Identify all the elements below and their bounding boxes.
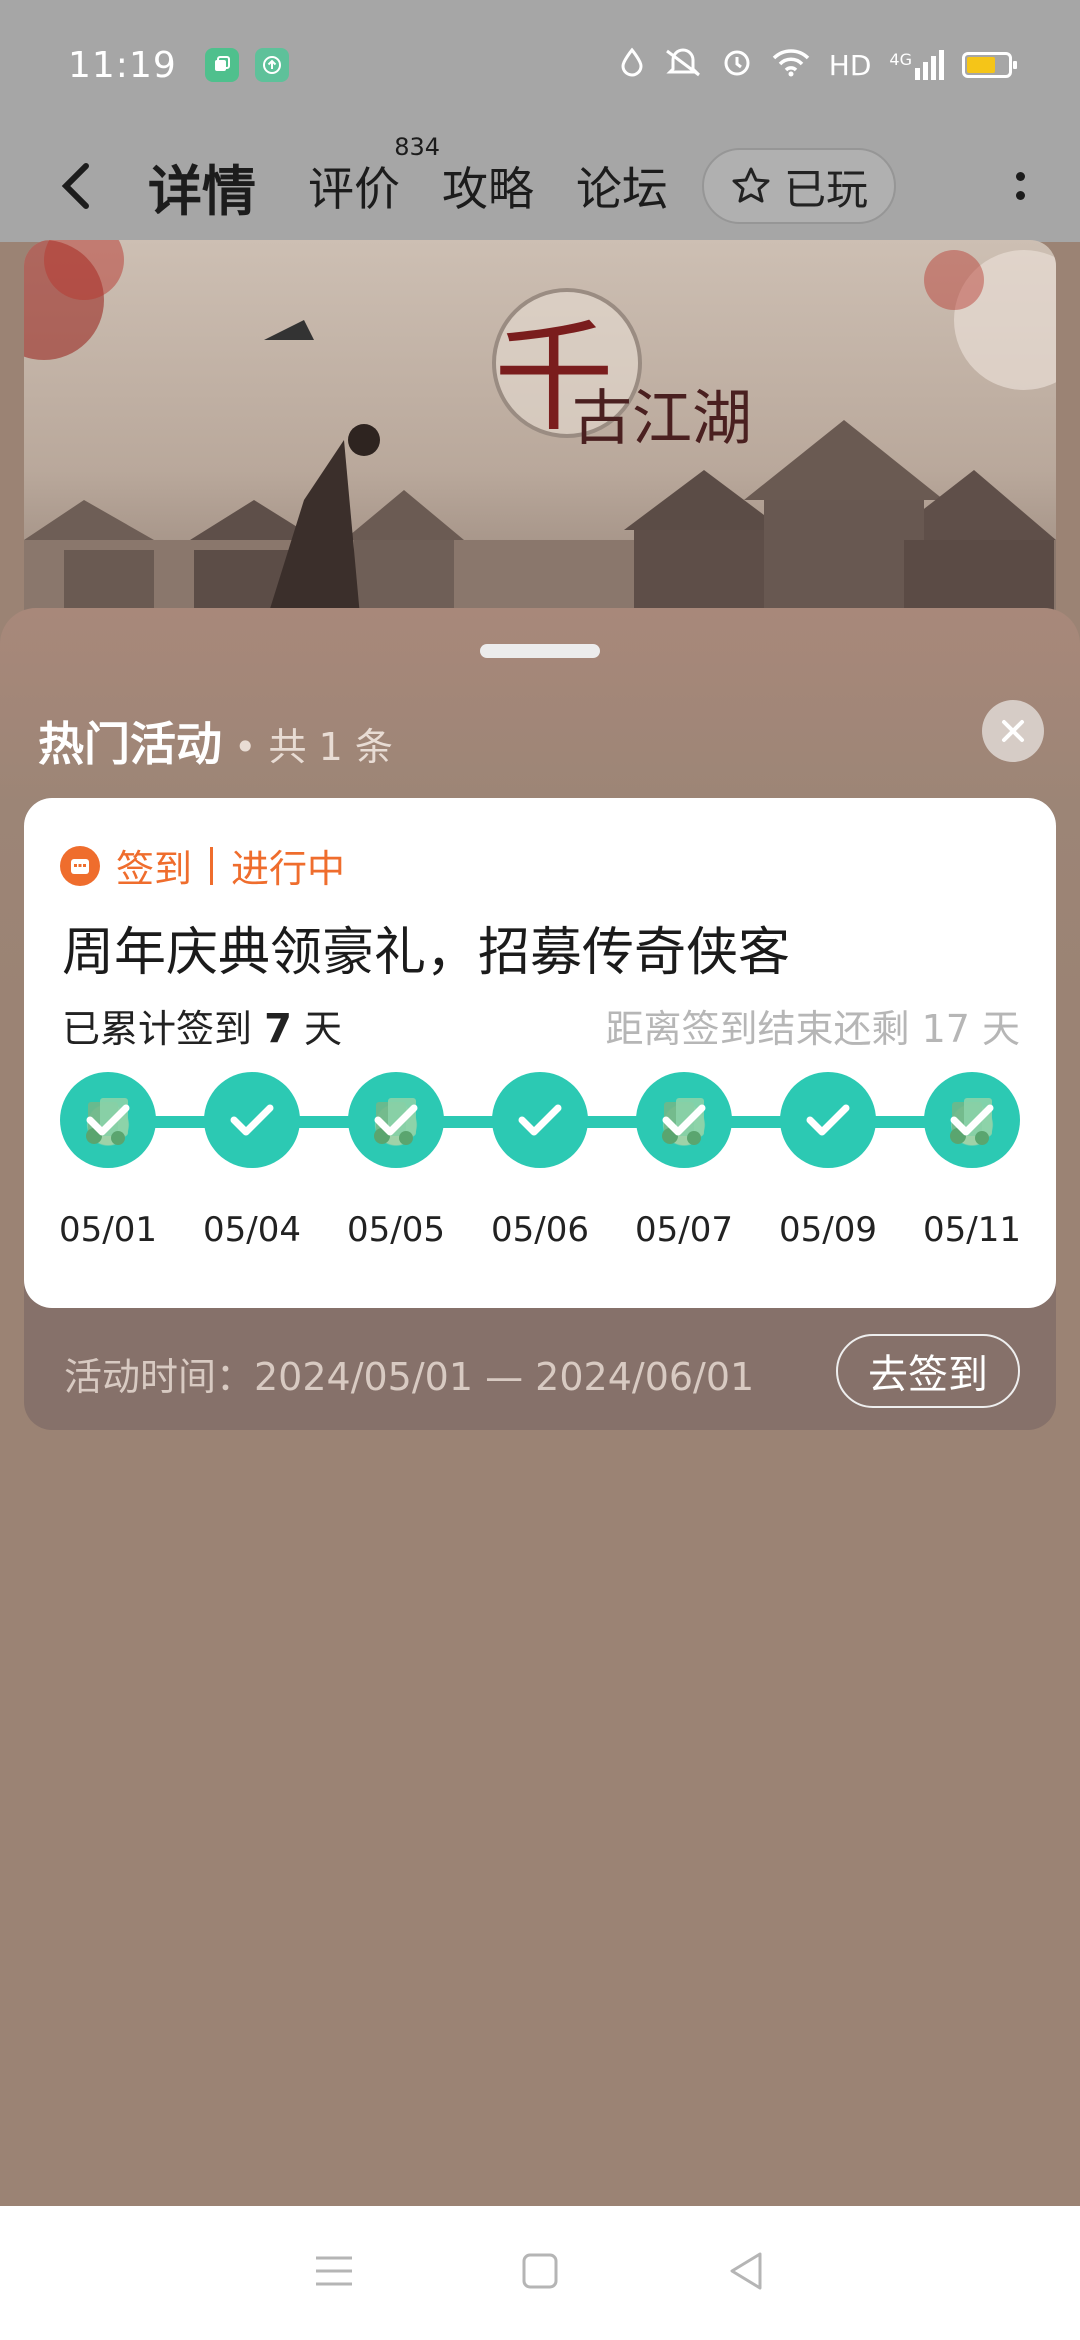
game-banner-image[interactable]: 千 古江湖 bbox=[24, 240, 1056, 660]
sign-in-progress-track bbox=[60, 1072, 1020, 1172]
remaining-days-text: 距离签到结束还剩 17 天 bbox=[605, 1007, 1020, 1051]
activity-status: 进行中 bbox=[231, 847, 346, 891]
sign-in-date-label: 05/07 bbox=[635, 1210, 733, 1250]
tab-details-label: 详情 bbox=[148, 159, 256, 223]
hd-label: HD bbox=[828, 48, 872, 82]
wifi-icon bbox=[771, 47, 811, 84]
sheet-drag-handle[interactable] bbox=[480, 644, 600, 658]
sign-in-date-label: 05/09 bbox=[779, 1210, 877, 1250]
sign-in-date-label: 05/11 bbox=[923, 1210, 1021, 1250]
signal-icon: 4G bbox=[889, 50, 944, 80]
activity-type-tag: 签到 bbox=[116, 847, 193, 891]
calendar-icon bbox=[60, 845, 100, 886]
sign-in-day-6 bbox=[780, 1072, 876, 1168]
check-icon bbox=[518, 1104, 562, 1136]
battery-icon bbox=[962, 52, 1017, 78]
status-time: 11:19 bbox=[68, 44, 177, 86]
tag-divider bbox=[210, 846, 214, 885]
sign-in-day-2 bbox=[204, 1072, 300, 1168]
top-nav: 详情 评价 834 攻略 论坛 已玩 bbox=[0, 130, 1080, 242]
sign-in-day-7 bbox=[924, 1072, 1020, 1168]
check-icon bbox=[230, 1104, 274, 1136]
sign-in-day-5 bbox=[636, 1072, 732, 1168]
game-logo-sub: 古江湖 bbox=[572, 384, 752, 454]
tab-guides[interactable]: 攻略 bbox=[442, 153, 534, 219]
back-button[interactable] bbox=[40, 150, 112, 222]
more-dot-icon bbox=[1015, 172, 1025, 181]
sign-in-dates: 05/01 05/04 05/05 05/06 05/07 05/09 05/11 bbox=[59, 1210, 1021, 1254]
reviews-count-badge: 834 bbox=[394, 133, 440, 161]
back-nav-button[interactable] bbox=[726, 2250, 766, 2296]
activity-card-body[interactable]: 签到 进行中 周年庆典领豪礼，招募传奇侠客 已累计签到 7 天 距离签到结束还剩… bbox=[24, 798, 1056, 1308]
sheet-title: 热门活动 bbox=[38, 717, 222, 771]
activity-card: 签到 进行中 周年庆典领豪礼，招募传奇侠客 已累计签到 7 天 距离签到结束还剩… bbox=[24, 798, 1056, 1430]
check-icon bbox=[374, 1104, 418, 1136]
tab-details[interactable]: 详情 bbox=[142, 147, 262, 230]
tab-reviews[interactable]: 评价 834 bbox=[308, 133, 440, 219]
home-icon bbox=[522, 2253, 558, 2289]
activity-period: 活动时间：2024/05/01 — 2024/06/01 bbox=[64, 1355, 755, 1399]
check-icon bbox=[86, 1104, 130, 1136]
check-icon bbox=[950, 1104, 994, 1136]
check-icon bbox=[806, 1104, 850, 1136]
home-button[interactable] bbox=[521, 2252, 559, 2294]
signal-label: 4G bbox=[889, 50, 912, 69]
status-bar: 11:19 HD 4G bbox=[0, 0, 1080, 130]
tab-forum-label: 论坛 bbox=[576, 162, 668, 216]
menu-icon bbox=[315, 2256, 352, 2286]
sign-in-date-label: 05/01 bbox=[59, 1210, 157, 1250]
sign-in-day-3 bbox=[348, 1072, 444, 1168]
drop-icon bbox=[619, 47, 645, 84]
more-options-button[interactable] bbox=[1000, 172, 1040, 200]
chevron-left-icon bbox=[61, 163, 89, 209]
back-triangle-icon bbox=[730, 2252, 762, 2290]
signed-days-text: 已累计签到 7 天 bbox=[62, 998, 342, 1053]
tab-guides-label: 攻略 bbox=[442, 162, 534, 216]
played-button[interactable]: 已玩 bbox=[702, 148, 897, 224]
upload-notification-icon bbox=[254, 48, 289, 82]
signed-prefix: 已累计签到 bbox=[62, 1007, 253, 1051]
close-icon bbox=[1002, 720, 1024, 742]
close-button[interactable] bbox=[982, 700, 1044, 762]
app-notification-icon bbox=[204, 48, 239, 82]
check-icon bbox=[662, 1104, 706, 1136]
signed-suffix: 天 bbox=[304, 1007, 343, 1051]
activity-tag-row: 签到 进行中 bbox=[60, 838, 345, 893]
signed-days-value: 7 bbox=[264, 1006, 292, 1052]
go-sign-in-button[interactable]: 去签到 bbox=[836, 1334, 1020, 1408]
star-badge-icon bbox=[732, 167, 770, 203]
more-dot-icon bbox=[1015, 191, 1025, 200]
tab-reviews-label: 评价 bbox=[308, 162, 400, 216]
played-label: 已玩 bbox=[784, 164, 869, 214]
sign-in-date-label: 05/05 bbox=[347, 1210, 445, 1250]
sign-in-day-1 bbox=[60, 1072, 156, 1168]
alarm-icon bbox=[721, 46, 753, 85]
sheet-count: • 共 1 条 bbox=[234, 725, 393, 769]
system-nav-bar bbox=[0, 2206, 1080, 2340]
sign-in-date-label: 05/06 bbox=[491, 1210, 589, 1250]
mute-icon bbox=[663, 47, 703, 84]
menu-button[interactable] bbox=[314, 2254, 354, 2292]
sign-in-day-4 bbox=[492, 1072, 588, 1168]
activity-title: 周年庆典领豪礼，招募传奇侠客 bbox=[62, 923, 791, 983]
sign-in-date-label: 05/04 bbox=[203, 1210, 301, 1250]
tab-forum[interactable]: 论坛 bbox=[576, 153, 668, 219]
